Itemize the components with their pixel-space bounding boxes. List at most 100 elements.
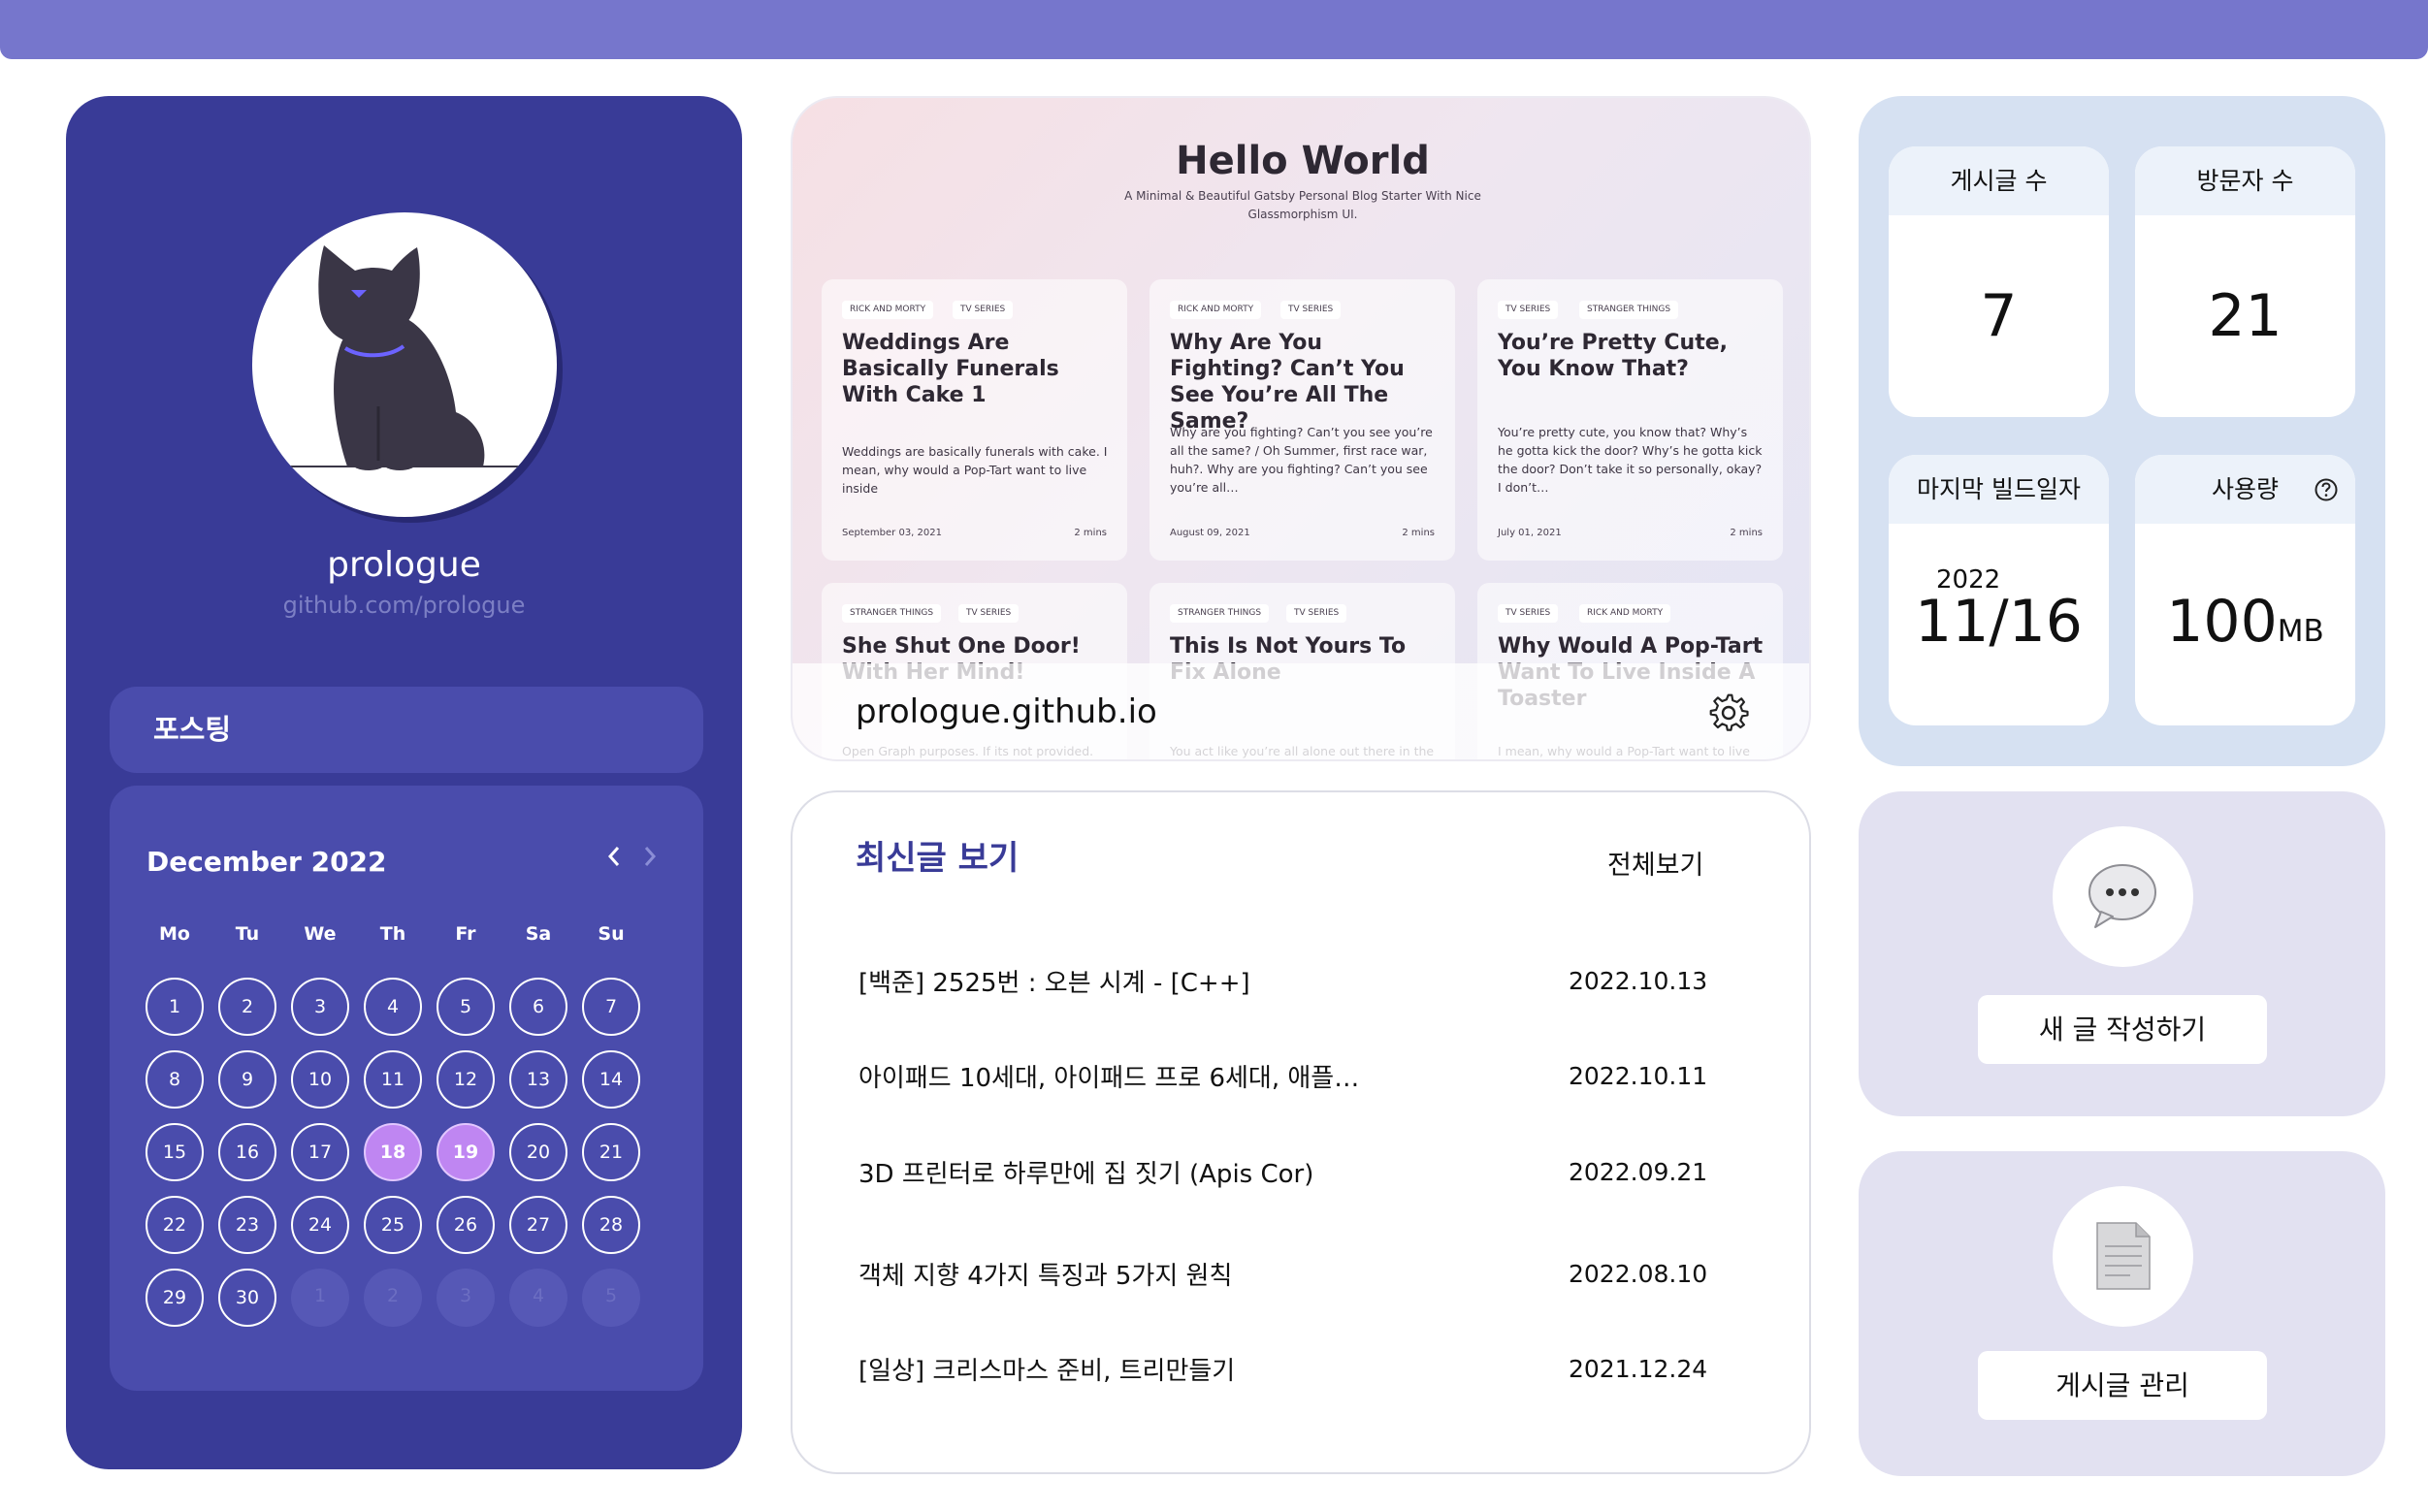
stats-panel: 게시글 수 7 방문자 수 21 마지막 빌드일자 2022 11/16 사용량… (1859, 96, 2385, 766)
post-count-label: 게시글 수 (1889, 146, 2109, 215)
manage-posts-panel: 게시글 관리 (1859, 1151, 2385, 1476)
weekday-label: Sa (525, 923, 552, 945)
calendar-day-next-month[interactable]: 2 (364, 1269, 422, 1327)
visitor-count-card: 방문자 수 21 (2135, 146, 2355, 417)
latest-posts: 최신글 보기 전체보기 [백준] 2525번 : 오븐 시계 - [C++] 20… (791, 790, 1811, 1474)
category-tag[interactable]: TV SERIES (1286, 604, 1347, 623)
calendar-day[interactable]: 26 (437, 1196, 495, 1254)
weekday-label: We (304, 923, 337, 945)
calendar-day[interactable]: 10 (291, 1050, 349, 1109)
calendar-day-next-month[interactable]: 3 (437, 1269, 495, 1327)
category-tag[interactable]: RICK AND MORTY (1579, 604, 1671, 623)
latest-post-date: 2022.10.11 (1569, 1062, 1708, 1090)
category-tag[interactable]: TV SERIES (1280, 301, 1342, 319)
category-tag[interactable]: STRANGER THINGS (842, 604, 942, 623)
write-post-button[interactable]: 새 글 작성하기 (1978, 995, 2267, 1064)
category-tag[interactable]: RICK AND MORTY (1170, 301, 1262, 319)
profile-link[interactable]: github.com/prologue (66, 592, 742, 619)
category-tag[interactable]: TV SERIES (1498, 604, 1559, 623)
usage-value: 100 (2166, 588, 2278, 656)
calendar-day[interactable]: 3 (291, 978, 349, 1036)
last-build-date: 11/16 (1915, 588, 2083, 656)
latest-post-title[interactable]: [백준] 2525번 : 오븐 시계 - [C++] (858, 963, 1250, 999)
calendar-day[interactable]: 23 (218, 1196, 276, 1254)
calendar-day[interactable]: 5 (437, 978, 495, 1036)
weekday-label: Mo (159, 923, 190, 945)
calendar-day[interactable]: 12 (437, 1050, 495, 1109)
calendar-day[interactable]: 9 (218, 1050, 276, 1109)
calendar-day[interactable]: 2 (218, 978, 276, 1036)
category-tag[interactable]: TV SERIES (953, 301, 1014, 319)
last-build-card: 마지막 빌드일자 2022 11/16 (1889, 455, 2109, 725)
preview-post-title: Weddings Are Basically Funerals With Cak… (842, 331, 1059, 407)
category-tag[interactable]: TV SERIES (1498, 301, 1559, 319)
cat-illustration (274, 245, 534, 470)
preview-subtitle: A Minimal & Beautiful Gatsby Personal Bl… (1124, 189, 1481, 221)
calendar-day[interactable]: 25 (364, 1196, 422, 1254)
calendar-day[interactable]: 30 (218, 1269, 276, 1327)
calendar-day[interactable]: 11 (364, 1050, 422, 1109)
calendar-day[interactable]: 13 (509, 1050, 567, 1109)
calendar-day[interactable]: 27 (509, 1196, 567, 1254)
question-circle-icon[interactable] (2314, 477, 2339, 502)
calendar-day[interactable]: 22 (146, 1196, 204, 1254)
posting-button[interactable]: 포스팅 (110, 687, 703, 773)
preview-post-card[interactable]: RICK AND MORTY TV SERIES Why Are You Fight… (1149, 279, 1455, 561)
preview-title: Hello World (1176, 139, 1430, 183)
calendar-day[interactable]: 6 (509, 978, 567, 1036)
calendar-day[interactable]: 16 (218, 1123, 276, 1181)
calendar-day[interactable]: 18 (364, 1123, 422, 1181)
weekday-label: Th (379, 923, 406, 945)
calendar-day[interactable]: 20 (509, 1123, 567, 1181)
write-post-panel: 새 글 작성하기 (1859, 791, 2385, 1116)
calendar-day[interactable]: 24 (291, 1196, 349, 1254)
latest-post-date: 2021.12.24 (1569, 1355, 1708, 1383)
preview-post-card[interactable]: TV SERIES STRANGER THINGS You’re Pretty Cu… (1477, 279, 1783, 561)
blog-preview[interactable]: Hello World A Minimal & Beautiful Gatsby… (791, 96, 1811, 761)
calendar-title: December 2022 (146, 846, 387, 878)
top-bar (0, 0, 2428, 59)
latest-post-title[interactable]: [일상] 크리스마스 준비, 트리만들기 (858, 1351, 1235, 1387)
post-count-card: 게시글 수 7 (1889, 146, 2109, 417)
calendar-day[interactable]: 19 (437, 1123, 495, 1181)
manage-posts-button[interactable]: 게시글 관리 (1978, 1351, 2267, 1420)
category-tag[interactable]: STRANGER THINGS (1170, 604, 1270, 623)
preview-post-title: You’re Pretty Cute, You Know That? (1498, 331, 1729, 381)
category-tag[interactable]: TV SERIES (958, 604, 1020, 623)
calendar-day[interactable]: 1 (146, 978, 204, 1036)
gear-icon[interactable] (1708, 692, 1749, 733)
calendar-day[interactable]: 14 (582, 1050, 640, 1109)
latest-post-date: 2022.09.21 (1569, 1158, 1708, 1186)
latest-post-title[interactable]: 3D 프린터로 하루만에 집 짓기 (Apis Cor) (858, 1154, 1313, 1190)
usage-unit: MB (2277, 614, 2324, 649)
category-tag[interactable]: STRANGER THINGS (1579, 301, 1679, 319)
calendar-day[interactable]: 17 (291, 1123, 349, 1181)
calendar-day[interactable]: 21 (582, 1123, 640, 1181)
preview-post-excerpt: Weddings are basically funerals with cak… (842, 444, 1108, 496)
latest-post-title[interactable]: 아이패드 10세대, 아이패드 프로 6세대, 애플… (858, 1058, 1359, 1094)
latest-post-title[interactable]: 객체 지향 4가지 특징과 5가지 원칙 (858, 1256, 1232, 1292)
calendar-day[interactable]: 4 (364, 978, 422, 1036)
latest-post-date: 2022.08.10 (1569, 1260, 1708, 1288)
calendar-day[interactable]: 29 (146, 1269, 204, 1327)
calendar-day-next-month[interactable]: 5 (582, 1269, 640, 1327)
calendar-day-next-month[interactable]: 1 (291, 1269, 349, 1327)
calendar-day[interactable]: 8 (146, 1050, 204, 1109)
calendar-day-next-month[interactable]: 4 (509, 1269, 567, 1327)
weekday-label: Tu (235, 923, 260, 945)
calendar-day[interactable]: 28 (582, 1196, 640, 1254)
post-count-value: 7 (1980, 282, 2018, 350)
profile-name: prologue (327, 545, 481, 585)
preview-url[interactable]: prologue.github.io (856, 692, 1157, 731)
chevron-left-icon[interactable] (603, 842, 625, 879)
category-tag[interactable]: RICK AND MORTY (842, 301, 934, 319)
preview-post-card[interactable]: RICK AND MORTY TV SERIES Weddings Are Basi… (822, 279, 1127, 561)
calendar-day[interactable]: 15 (146, 1123, 204, 1181)
chevron-right-icon[interactable] (639, 842, 661, 879)
preview-post-date: August 09, 2021 (1170, 528, 1250, 538)
view-all-link[interactable]: 전체보기 (1607, 844, 1703, 882)
document-icon (2053, 1186, 2193, 1327)
calendar-day[interactable]: 7 (582, 978, 640, 1036)
preview-post-date: July 01, 2021 (1498, 528, 1562, 538)
preview-footer: prologue.github.io (793, 663, 1809, 759)
